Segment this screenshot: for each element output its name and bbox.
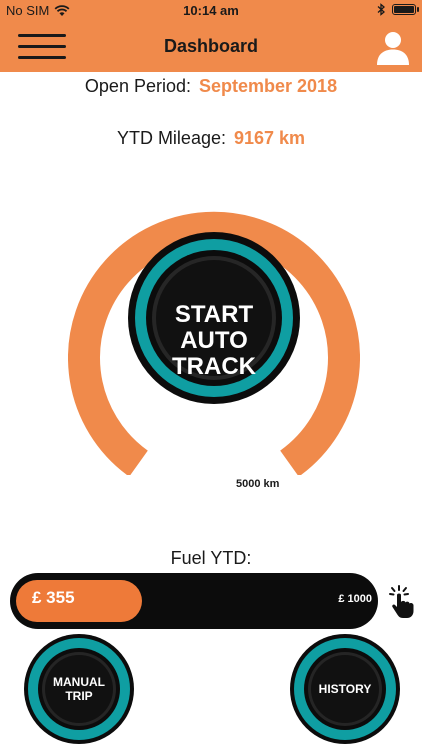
- ytd-mileage-value: 9167 km: [233, 128, 306, 148]
- tap-hand-icon[interactable]: [388, 583, 418, 619]
- start-auto-track-label: START AUTO TRACK: [128, 302, 300, 380]
- status-right: [377, 3, 419, 16]
- profile-icon[interactable]: [374, 28, 412, 66]
- page-title: Dashboard: [163, 36, 259, 56]
- status-bar: No SIM 10:14 am: [0, 0, 422, 22]
- manual-trip-label: MANUAL TRIP: [24, 675, 134, 703]
- gauge-max-label: 5000 km: [236, 478, 280, 490]
- open-period-row: Open Period: September 2018: [0, 76, 422, 97]
- ytd-mileage-row: YTD Mileage: 9167 km: [0, 128, 422, 149]
- fuel-progress-bar: £ 355 £ 1000: [10, 573, 378, 629]
- status-time: 10:14 am: [183, 3, 239, 18]
- history-button[interactable]: HISTORY: [290, 634, 400, 744]
- nav-bar: Dashboard: [0, 22, 422, 72]
- start-label-line3: TRACK: [172, 353, 256, 380]
- manual-trip-button[interactable]: MANUAL TRIP: [24, 634, 134, 744]
- history-label: HISTORY: [318, 682, 372, 696]
- fuel-max-label: £ 1000: [338, 593, 372, 605]
- bluetooth-icon: [377, 3, 385, 16]
- manual-trip-line2: TRIP: [65, 689, 93, 703]
- start-label-line2: AUTO: [180, 327, 248, 354]
- manual-trip-line1: MANUAL: [53, 675, 105, 689]
- open-period-value: September 2018: [199, 76, 338, 96]
- battery-icon: [392, 4, 419, 15]
- fuel-ytd-label: Fuel YTD:: [170, 548, 252, 568]
- ytd-mileage-label: YTD Mileage:: [116, 128, 226, 148]
- start-auto-track-button[interactable]: START AUTO TRACK: [128, 232, 300, 404]
- fuel-ytd-value: £ 355: [32, 588, 75, 607]
- open-period-label: Open Period:: [84, 76, 191, 96]
- start-label-line1: START: [174, 301, 254, 328]
